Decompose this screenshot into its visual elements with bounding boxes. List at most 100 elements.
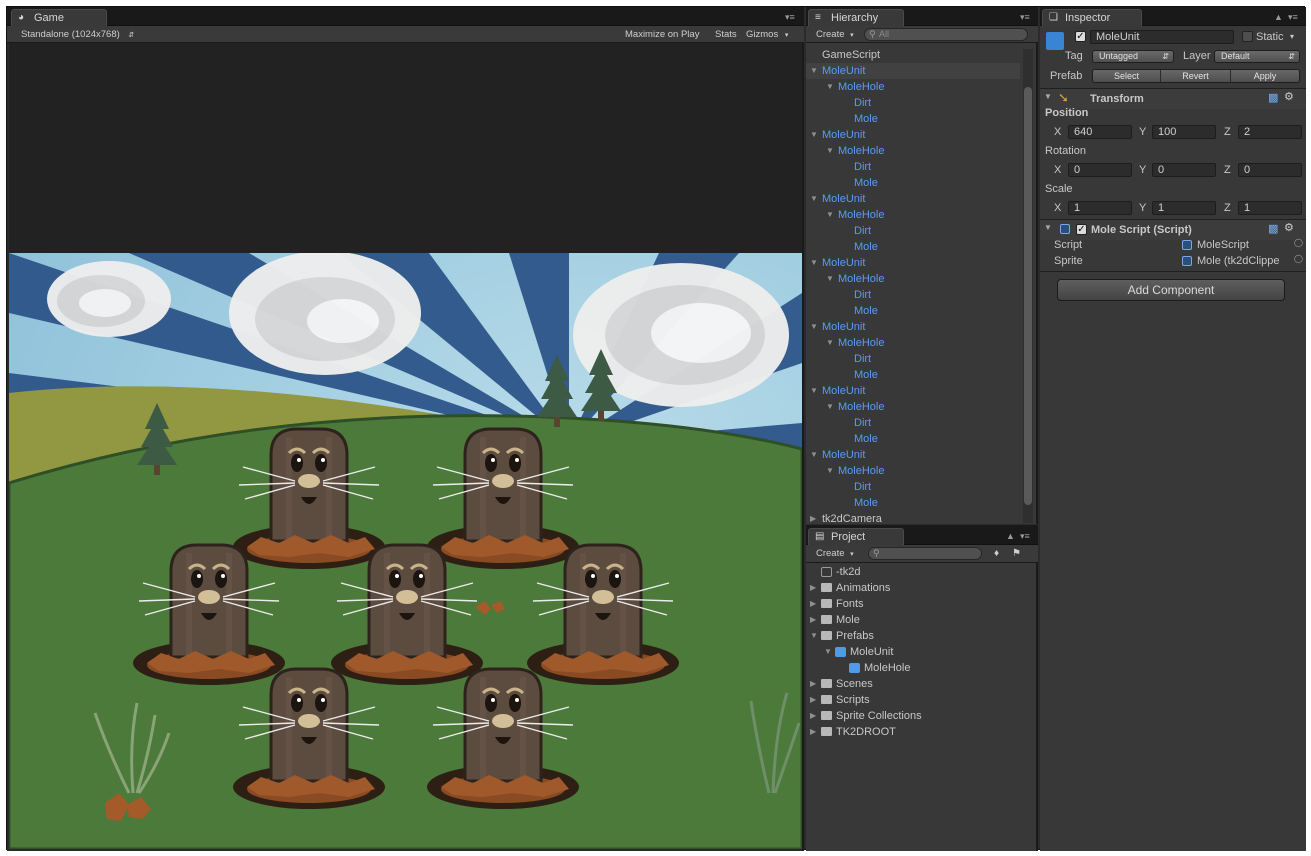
object-picker-icon[interactable]: ◯ [1294, 254, 1303, 263]
hierarchy-item[interactable]: Dirt [806, 95, 1020, 111]
panel-menu-icon[interactable]: ▾≡ [1020, 532, 1030, 541]
collapse-arrow-icon[interactable]: ▼ [826, 399, 834, 415]
gear-icon[interactable]: ⚙ [1284, 221, 1294, 234]
position-x-field[interactable]: 640 [1068, 125, 1132, 139]
project-create-dropdown[interactable]: Create ▾ [812, 546, 858, 561]
filter-by-label-icon[interactable]: ⚑ [1008, 546, 1025, 561]
hierarchy-item[interactable]: ▼ MoleUnit [806, 319, 1020, 335]
script-object-field[interactable]: MoleScript ◯ [1182, 238, 1303, 252]
project-item[interactable]: ▶ TK2DROOT [806, 724, 1020, 740]
active-checkbox[interactable]: ✓ [1075, 31, 1086, 42]
hierarchy-item[interactable]: ▼ MoleHole [806, 207, 1020, 223]
maximize-on-play-toggle[interactable]: Maximize on Play [621, 27, 703, 42]
hierarchy-item[interactable]: GameScript [806, 47, 1020, 63]
hierarchy-item[interactable]: Dirt [806, 415, 1020, 431]
prefab-revert-button[interactable]: Revert [1161, 70, 1231, 82]
hierarchy-scrollbar[interactable] [1023, 49, 1033, 523]
static-checkbox[interactable] [1242, 31, 1253, 42]
project-search-input[interactable]: ⚲ [868, 547, 982, 560]
collapse-arrow-icon[interactable]: ▼ [810, 319, 818, 335]
scale-x-field[interactable]: 1 [1068, 201, 1132, 215]
hierarchy-item[interactable]: ▼ MoleUnit [806, 255, 1020, 271]
collapse-arrow-icon[interactable]: ▼ [810, 383, 818, 399]
collapse-arrow-icon[interactable]: ▼ [826, 335, 834, 351]
gizmos-dropdown[interactable]: Gizmos ▾ [742, 27, 792, 42]
expand-arrow-icon[interactable]: ▶ [810, 676, 816, 692]
project-item[interactable]: -tk2d [806, 564, 1020, 580]
help-book-icon[interactable]: ▩ [1268, 91, 1278, 104]
static-dropdown-arrow-icon[interactable]: ▾ [1290, 30, 1294, 44]
rotation-x-field[interactable]: 0 [1068, 163, 1132, 177]
scrollbar-thumb[interactable] [1024, 87, 1032, 505]
collapse-arrow-icon[interactable]: ▼ [826, 271, 834, 287]
hierarchy-item[interactable]: Dirt [806, 351, 1020, 367]
project-item[interactable]: ▶ Scenes [806, 676, 1020, 692]
position-z-field[interactable]: 2 [1238, 125, 1302, 139]
expand-arrow-icon[interactable]: ▶ [810, 596, 816, 612]
lock-icon[interactable]: ▲ [1274, 13, 1283, 22]
hierarchy-create-dropdown[interactable]: Create ▾ [812, 27, 858, 42]
help-book-icon[interactable]: ▩ [1268, 222, 1278, 235]
object-name-field[interactable]: MoleUnit [1090, 30, 1234, 44]
collapse-arrow-icon[interactable]: ▼ [810, 127, 818, 143]
project-item[interactable]: ▶ Fonts [806, 596, 1020, 612]
prefab-select-button[interactable]: Select [1093, 70, 1161, 82]
project-item[interactable]: MoleHole [806, 660, 1020, 676]
resolution-dropdown[interactable]: Standalone (1024x768) ⇵ [17, 27, 138, 42]
object-picker-icon[interactable]: ◯ [1294, 238, 1303, 247]
tab-game[interactable]: ◕ Game [11, 9, 107, 26]
component-enabled-checkbox[interactable]: ✓ [1076, 224, 1087, 235]
hierarchy-search-input[interactable]: ⚲ All [864, 28, 1028, 41]
lock-icon[interactable]: ▲ [1006, 532, 1015, 541]
hierarchy-item[interactable]: Dirt [806, 223, 1020, 239]
collapse-arrow-icon[interactable]: ▼ [826, 463, 834, 479]
hierarchy-item[interactable]: ▼ MoleUnit [806, 447, 1020, 463]
foldout-arrow-icon[interactable]: ▼ [1044, 223, 1052, 232]
collapse-arrow-icon[interactable]: ▼ [810, 447, 818, 463]
collapse-arrow-icon[interactable]: ▼ [810, 255, 818, 271]
scale-y-field[interactable]: 1 [1152, 201, 1216, 215]
project-item[interactable]: ▶ Scripts [806, 692, 1020, 708]
gear-icon[interactable]: ⚙ [1284, 90, 1294, 103]
sprite-object-field[interactable]: Mole (tk2dClippe [1182, 254, 1300, 268]
expand-arrow-icon[interactable]: ▶ [810, 692, 816, 708]
tab-project[interactable]: ▤ Project [808, 528, 904, 545]
hierarchy-item[interactable]: Dirt [806, 287, 1020, 303]
hierarchy-item[interactable]: Mole [806, 495, 1020, 511]
panel-menu-icon[interactable]: ▾≡ [1288, 13, 1298, 22]
hierarchy-item[interactable]: Dirt [806, 479, 1020, 495]
stats-toggle[interactable]: Stats [711, 27, 741, 42]
mole-script-header[interactable]: ▼ ✓ Mole Script (Script) ▩ ⚙ [1040, 220, 1306, 240]
project-item[interactable]: ▶ Sprite Collections [806, 708, 1020, 724]
project-item[interactable]: ▶ Mole [806, 612, 1020, 628]
collapse-arrow-icon[interactable]: ▼ [826, 79, 834, 95]
layer-dropdown[interactable]: Default ⇵ [1214, 50, 1300, 63]
add-component-button[interactable]: Add Component [1057, 279, 1285, 301]
prefab-apply-button[interactable]: Apply [1231, 70, 1299, 82]
collapse-arrow-icon[interactable]: ▼ [810, 63, 818, 79]
game-scene[interactable] [9, 253, 802, 849]
filter-by-type-icon[interactable]: ♦ [990, 546, 1003, 561]
collapse-arrow-icon[interactable]: ▼ [824, 644, 832, 660]
panel-menu-icon[interactable]: ▾≡ [785, 13, 795, 22]
hierarchy-item[interactable]: Mole [806, 175, 1020, 191]
collapse-arrow-icon[interactable]: ▼ [826, 143, 834, 159]
hierarchy-item[interactable]: ▼ MoleHole [806, 271, 1020, 287]
expand-arrow-icon[interactable]: ▶ [810, 708, 816, 724]
project-item[interactable]: ▶ Animations [806, 580, 1020, 596]
tab-hierarchy[interactable]: ≡ Hierarchy [808, 9, 904, 26]
project-item[interactable]: ▼ MoleUnit [806, 644, 1020, 660]
hierarchy-item[interactable]: Dirt [806, 159, 1020, 175]
hierarchy-item[interactable]: ▼ MoleUnit [806, 63, 1020, 79]
hierarchy-item[interactable]: ▼ MoleUnit [806, 127, 1020, 143]
rotation-z-field[interactable]: 0 [1238, 163, 1302, 177]
collapse-arrow-icon[interactable]: ▼ [826, 207, 834, 223]
hierarchy-item[interactable]: Mole [806, 431, 1020, 447]
tag-dropdown[interactable]: Untagged ⇵ [1092, 50, 1174, 63]
collapse-arrow-icon[interactable]: ▼ [810, 191, 818, 207]
position-y-field[interactable]: 100 [1152, 125, 1216, 139]
rotation-y-field[interactable]: 0 [1152, 163, 1216, 177]
hierarchy-item[interactable]: ▼ MoleUnit [806, 191, 1020, 207]
hierarchy-item[interactable]: Mole [806, 239, 1020, 255]
hierarchy-item[interactable]: ▼ MoleUnit [806, 383, 1020, 399]
